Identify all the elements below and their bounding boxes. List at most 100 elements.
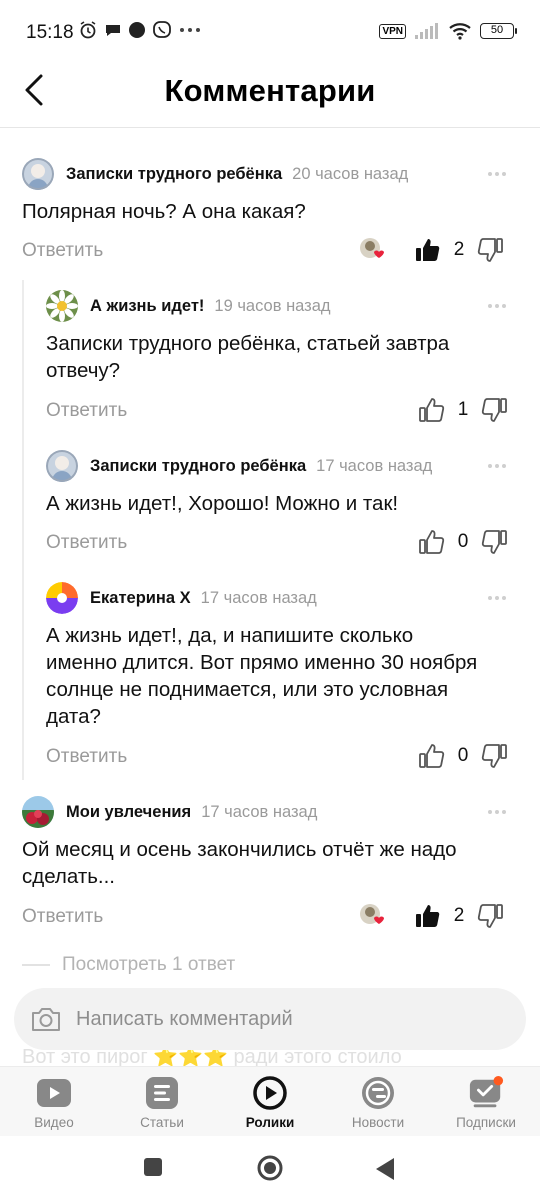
video-icon: [36, 1075, 72, 1111]
comment-author[interactable]: Мои увлечения: [66, 803, 191, 822]
like-button[interactable]: [414, 236, 442, 264]
comment-time: 17 часов назад: [201, 802, 318, 821]
comment: Записки трудного ребёнка 20 часов назад …: [22, 156, 520, 268]
signal-icon: [415, 23, 438, 39]
like-count: 1: [457, 399, 469, 420]
thumb-up-icon: [419, 398, 445, 422]
comment-header: Екатерина Х 17 часов назад: [46, 580, 317, 616]
wifi-icon: [449, 23, 471, 40]
comment-author[interactable]: Записки трудного ребёнка: [90, 457, 306, 476]
comment-more-button[interactable]: [482, 800, 512, 824]
nav-subscriptions[interactable]: Подписки: [432, 1067, 540, 1136]
header: Комментарии: [0, 60, 540, 128]
reply-button[interactable]: Ответить: [46, 746, 127, 768]
nav-label: Статьи: [140, 1115, 184, 1130]
battery-icon: 50: [480, 23, 517, 39]
thumb-down-icon: [481, 744, 507, 768]
dislike-button[interactable]: [480, 528, 508, 556]
reply-comment: А жизнь идет! 19 часов назад Записки тру…: [46, 288, 520, 424]
author-liked-icon: [358, 236, 386, 264]
avatar[interactable]: [46, 450, 78, 482]
comment-text: А жизнь идет!, да, и напишите сколько им…: [46, 624, 478, 728]
system-navigation-bar: [0, 1136, 540, 1200]
nav-label: Ролики: [245, 1115, 295, 1130]
like-count: 2: [453, 239, 465, 260]
comment-author[interactable]: Екатерина Х: [90, 589, 191, 608]
like-button[interactable]: [418, 742, 446, 770]
like-button[interactable]: [418, 528, 446, 556]
author-liked-icon: [358, 902, 386, 930]
nav-articles[interactable]: Статьи: [108, 1067, 216, 1136]
comment-more-button[interactable]: [482, 162, 512, 186]
comment-header: Мои увлечения 17 часов назад: [22, 794, 317, 830]
comment-text: Ой месяц и осень закончились отчёт же на…: [22, 838, 457, 888]
reply-comment: Екатерина Х 17 часов назад А жизнь идет!…: [46, 580, 520, 772]
recent-apps-button[interactable]: [142, 1156, 168, 1182]
reply-comment: Записки трудного ребёнка 17 часов назад …: [46, 448, 520, 556]
nav-video[interactable]: Видео: [0, 1067, 108, 1136]
comment-actions: 1: [418, 396, 508, 424]
dislike-button[interactable]: [476, 236, 504, 264]
comment-actions: 2: [358, 902, 504, 930]
like-count: 0: [457, 745, 469, 766]
view-replies-button[interactable]: Посмотреть 1 ответ: [22, 954, 235, 976]
dislike-button[interactable]: [480, 396, 508, 424]
comment-author[interactable]: А жизнь идет!: [90, 297, 204, 316]
comment-text: Полярная ночь? А она какая?: [22, 200, 306, 223]
comment-actions: 2: [358, 236, 504, 264]
news-icon: [360, 1075, 396, 1111]
view-replies-label: Посмотреть 1 ответ: [62, 954, 236, 975]
circle-icon: [257, 1155, 283, 1181]
nav-news[interactable]: Новости: [324, 1067, 432, 1136]
dot-icon: [129, 22, 145, 38]
comment-time: 20 часов назад: [292, 164, 409, 183]
thumb-up-icon: [419, 530, 445, 554]
comment-time: 17 часов назад: [200, 588, 317, 607]
comment-time: 17 часов назад: [316, 456, 433, 475]
comment-text: Записки трудного ребёнка, статьей завтра…: [46, 332, 450, 382]
like-button[interactable]: [418, 396, 446, 424]
comment-more-button[interactable]: [482, 454, 512, 478]
comment-author[interactable]: Записки трудного ребёнка: [66, 165, 282, 184]
comment-more-button[interactable]: [482, 586, 512, 610]
avatar[interactable]: [46, 582, 78, 614]
chat-icon: [106, 25, 120, 36]
alarm-icon: [80, 21, 96, 39]
status-system-icons: VPN 50: [379, 22, 517, 40]
comment-input[interactable]: Написать комментарий: [14, 988, 526, 1050]
thumb-down-icon: [481, 398, 507, 422]
back-system-button[interactable]: [374, 1156, 400, 1182]
vpn-icon: VPN: [379, 23, 406, 39]
reply-button[interactable]: Ответить: [46, 400, 127, 422]
status-bar: 15:18 VPN 50: [0, 0, 540, 60]
avatar[interactable]: [22, 796, 54, 828]
reply-button[interactable]: Ответить: [22, 240, 103, 262]
like-count: 0: [457, 531, 469, 552]
avatar[interactable]: [22, 158, 54, 190]
square-icon: [144, 1158, 162, 1176]
nav-label: Видео: [34, 1115, 74, 1130]
like-button[interactable]: [414, 902, 442, 930]
thumb-down-icon: [481, 530, 507, 554]
comment-header: Записки трудного ребёнка 17 часов назад: [46, 448, 432, 484]
nav-shorts[interactable]: Ролики: [216, 1067, 324, 1136]
articles-icon: [144, 1075, 180, 1111]
comment-header: А жизнь идет! 19 часов назад: [46, 288, 331, 324]
reply-button[interactable]: Ответить: [46, 532, 127, 554]
subscriptions-icon: [468, 1075, 504, 1111]
home-button[interactable]: [256, 1154, 283, 1181]
comment-text: А жизнь идет!, Хорошо! Можно и так!: [46, 492, 399, 515]
nav-label: Подписки: [456, 1115, 516, 1130]
more-notifications-icon: [180, 28, 200, 32]
dislike-button[interactable]: [476, 902, 504, 930]
avatar[interactable]: [46, 290, 78, 322]
comment-header: Записки трудного ребёнка 20 часов назад: [22, 156, 408, 192]
comment-more-button[interactable]: [482, 294, 512, 318]
comment-input-placeholder: Написать комментарий: [76, 1007, 293, 1030]
camera-icon[interactable]: [30, 1005, 62, 1033]
thumb-down-icon: [477, 904, 503, 928]
reply-button[interactable]: Ответить: [22, 906, 103, 928]
status-time: 15:18: [26, 22, 74, 43]
dislike-button[interactable]: [480, 742, 508, 770]
thread-line: [22, 280, 24, 780]
